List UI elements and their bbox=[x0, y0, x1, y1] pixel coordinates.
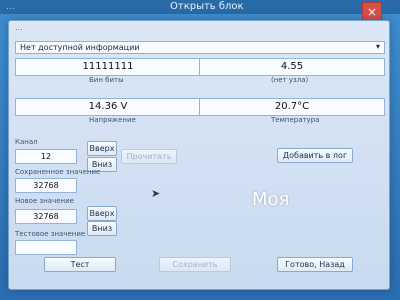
test-button[interactable]: Тест bbox=[44, 257, 116, 272]
cursor-icon: ➤ bbox=[151, 187, 161, 200]
voltage-field: 14.36 V bbox=[15, 98, 201, 116]
chevron-down-icon: ▾ bbox=[375, 42, 380, 51]
diagnostic-window: ... Нет доступной информации ▾ 11111111 … bbox=[8, 20, 390, 290]
add-to-log-button[interactable]: Добавить в лог bbox=[277, 148, 353, 163]
saved-value-field: 32768 bbox=[15, 178, 77, 193]
desktop-screen: ... Открыть блок × ... Нет доступной инф… bbox=[0, 0, 400, 300]
save-button[interactable]: Сохранить bbox=[159, 257, 231, 272]
bits-label: Бин биты bbox=[89, 76, 124, 84]
read-button[interactable]: Прочитать bbox=[121, 149, 177, 164]
bits-field: 11111111 bbox=[15, 58, 201, 76]
saved-value-label: Сохраненное значение bbox=[15, 168, 101, 176]
top-left-text: ... bbox=[6, 2, 15, 12]
new-value-down-button[interactable]: Вниз bbox=[87, 221, 117, 236]
new-value-input[interactable]: 32768 bbox=[15, 209, 77, 224]
channel-input[interactable]: 12 bbox=[15, 149, 77, 164]
channel-up-button[interactable]: Вверх bbox=[87, 141, 117, 156]
dropdown-value: Нет доступной информации bbox=[20, 43, 140, 52]
top-bar: ... Открыть блок bbox=[0, 0, 400, 14]
overlay-text: Моя bbox=[252, 189, 290, 210]
close-button[interactable]: × bbox=[362, 2, 382, 22]
temperature-field: 20.7°C bbox=[199, 98, 385, 116]
temperature-label: Температура bbox=[271, 116, 320, 124]
top-title: Открыть блок bbox=[170, 1, 244, 12]
node-label: (нет узла) bbox=[271, 76, 309, 84]
new-value-up-button[interactable]: Вверх bbox=[87, 206, 117, 221]
test-value-label: Тестовое значение bbox=[15, 230, 86, 238]
test-value-input[interactable] bbox=[15, 240, 77, 255]
window-title: ... bbox=[15, 23, 23, 32]
channel-label: Канал bbox=[15, 138, 38, 146]
done-back-button[interactable]: Готово, Назад bbox=[277, 257, 353, 272]
node-field: 4.55 bbox=[199, 58, 385, 76]
voltage-label: Напряжение bbox=[89, 116, 136, 124]
info-dropdown[interactable]: Нет доступной информации ▾ bbox=[15, 41, 385, 54]
new-value-label: Новое значение bbox=[15, 197, 74, 205]
